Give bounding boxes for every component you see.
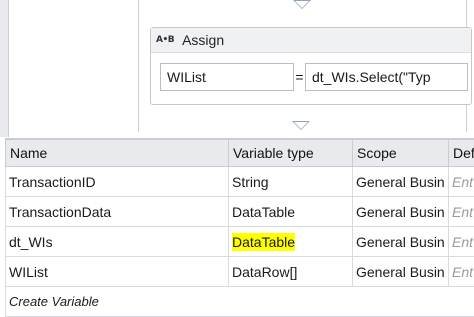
column-header-default[interactable]: Def	[449, 140, 474, 167]
variable-name-cell[interactable]: WIList	[6, 257, 229, 287]
variable-default-cell[interactable]: Ent	[449, 167, 474, 197]
table-row[interactable]: WIList DataRow[] General Busin Ent	[6, 257, 474, 287]
variable-default-cell[interactable]: Ent	[449, 257, 474, 287]
assign-equals-sign: =	[294, 69, 305, 85]
column-header-name[interactable]: Name	[6, 140, 229, 167]
variable-type-cell[interactable]: DataTable	[229, 227, 353, 257]
assign-to-field[interactable]: WIList	[160, 63, 294, 91]
flow-arrow-top-icon	[293, 0, 311, 9]
assign-activity-title: Assign	[182, 32, 224, 48]
variable-scope-cell[interactable]: General Busin	[353, 197, 449, 227]
variable-scope-cell[interactable]: General Busin	[353, 257, 449, 287]
variable-scope-cell[interactable]: General Busin	[353, 227, 449, 257]
table-row[interactable]: TransactionID String General Busin Ent	[6, 167, 474, 197]
column-header-scope[interactable]: Scope	[353, 140, 449, 167]
variables-table: Name Variable type Scope Def Transaction…	[5, 139, 474, 317]
variable-type-cell[interactable]: DataTable	[229, 197, 353, 227]
variable-scope-cell[interactable]: General Busin	[353, 167, 449, 197]
column-header-variable-type[interactable]: Variable type	[229, 140, 353, 167]
variables-panel: Name Variable type Scope Def Transaction…	[5, 138, 474, 315]
assign-activity-body: WIList = dt_WIs.Select("Typ	[151, 53, 471, 104]
variable-default-cell[interactable]: Ent	[449, 197, 474, 227]
assign-icon: A•B	[156, 35, 174, 45]
workflow-designer-canvas: A•B Assign WIList = dt_WIs.Select("Typ	[0, 0, 474, 137]
variables-header-row: Name Variable type Scope Def	[6, 140, 474, 167]
create-variable-row[interactable]: Create Variable	[6, 287, 474, 317]
variable-name-cell[interactable]: dt_WIs	[6, 227, 229, 257]
variable-type-cell[interactable]: DataRow[]	[229, 257, 353, 287]
assign-activity-header[interactable]: A•B Assign	[151, 28, 471, 53]
table-row[interactable]: dt_WIs DataTable General Busin Ent	[6, 227, 474, 257]
variable-type-cell[interactable]: String	[229, 167, 353, 197]
flow-arrow-bottom-icon	[292, 121, 310, 130]
variable-default-cell[interactable]: Ent	[449, 227, 474, 257]
highlighted-variable-type: DataTable	[232, 233, 295, 251]
sequence-border-left	[138, 0, 139, 132]
table-row[interactable]: TransactionData DataTable General Busin …	[6, 197, 474, 227]
designer-left-margin	[0, 0, 9, 137]
variable-name-cell[interactable]: TransactionID	[6, 167, 229, 197]
create-variable-link[interactable]: Create Variable	[6, 287, 474, 317]
assign-activity[interactable]: A•B Assign WIList = dt_WIs.Select("Typ	[150, 27, 472, 105]
assign-value-field[interactable]: dt_WIs.Select("Typ	[305, 63, 468, 91]
variable-name-cell[interactable]: TransactionData	[6, 197, 229, 227]
